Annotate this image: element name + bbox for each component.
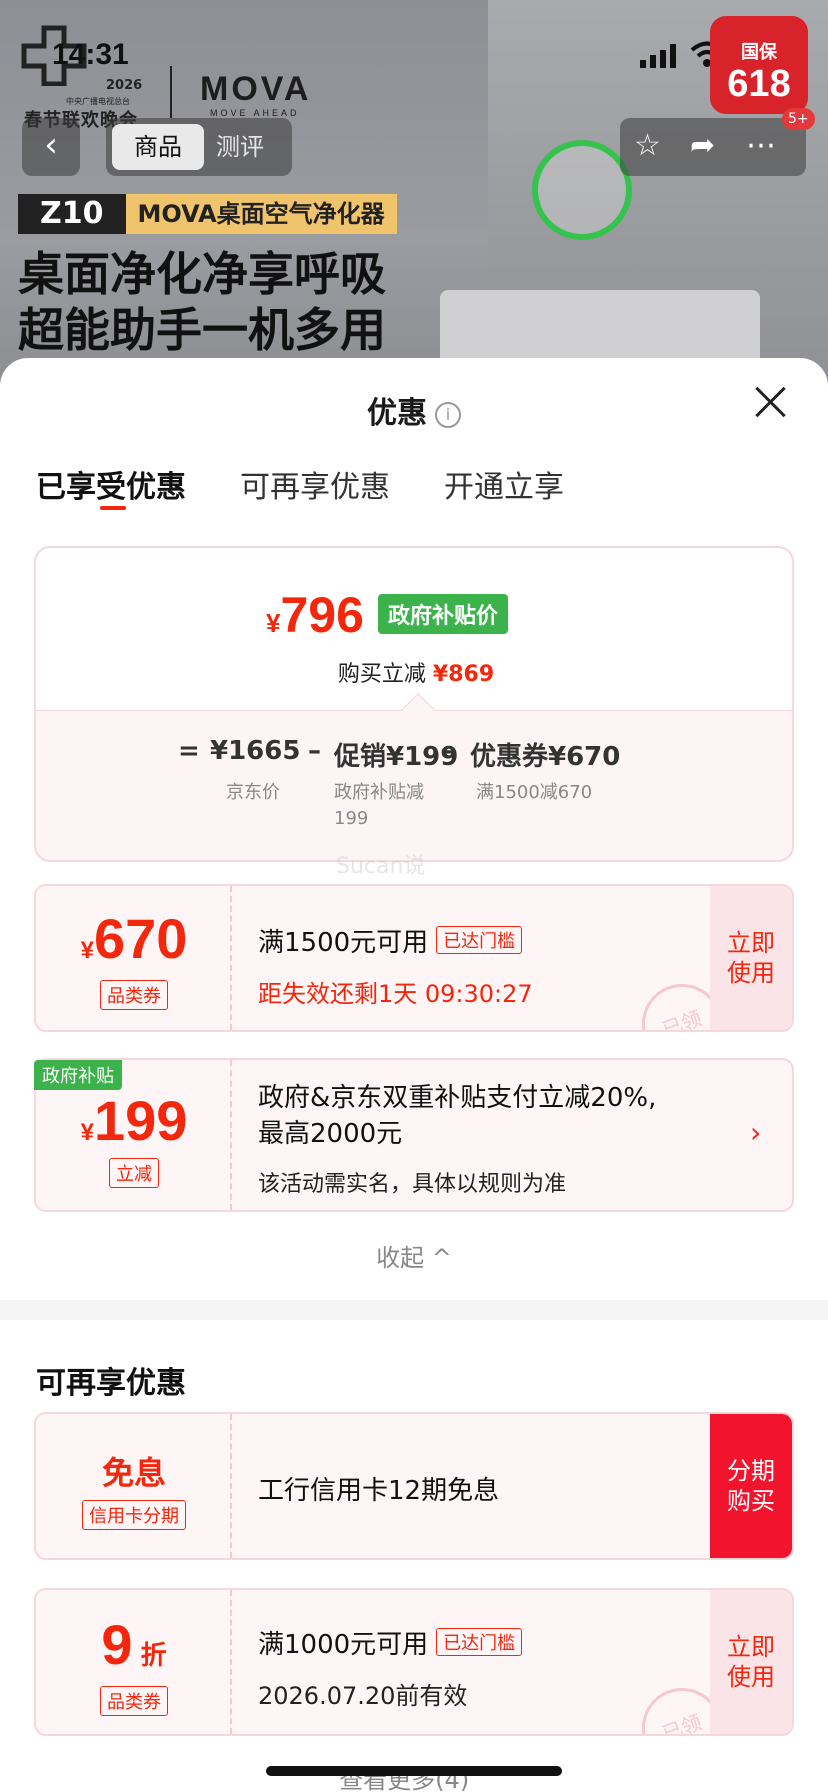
- reduce-label: 购买立减: [337, 662, 426, 687]
- status-bar: 14:31: [0, 38, 828, 74]
- installment-card: 免息 信用卡分期 工行信用卡12期免息 分期购买: [34, 1412, 794, 1560]
- coupon-rule-note: 该活动需实名，具体以规则为准: [258, 1172, 567, 1197]
- final-price: ¥796: [266, 586, 364, 644]
- tab-more-available[interactable]: 可再享优惠: [240, 462, 390, 506]
- coupon-value-number: 670: [93, 907, 188, 970]
- watermark: Sucan说: [336, 854, 426, 879]
- status-time: 14:31: [52, 38, 129, 71]
- reduce-line: 购买立减 ¥869: [36, 656, 792, 688]
- currency-symbol: ¥: [80, 1119, 94, 1146]
- threshold-reached-badge: 已达门槛: [436, 926, 523, 954]
- tab-product[interactable]: 商品: [112, 124, 204, 170]
- brand-name: MOVA: [200, 70, 312, 108]
- equals-sign: =: [178, 736, 200, 766]
- use-now-button[interactable]: 立即使用: [710, 886, 792, 1030]
- back-button[interactable]: ‹: [22, 118, 80, 176]
- badge-number: 618: [727, 63, 791, 105]
- installment-buy-button[interactable]: 分期购买: [710, 1414, 792, 1558]
- coupon-description-line-2: 最高2000元: [258, 1119, 403, 1149]
- gov-subsidy-tag: 政府补贴价: [378, 594, 509, 634]
- coupon-condition: 满1500元可用 已达门槛: [258, 922, 523, 959]
- headline-line-1: 桌面净化净享呼吸: [18, 247, 386, 301]
- jd-price-label: 京东价: [226, 782, 280, 803]
- reduce-value: ¥869: [432, 662, 495, 687]
- section-divider: [0, 1300, 828, 1320]
- product-page-background: 2026 中央广播电视总台 春节联欢晚会 MOVA MOVE AHEAD 14:…: [0, 0, 828, 400]
- star-icon[interactable]: ☆: [634, 128, 661, 164]
- price-summary: ¥796 政府补贴价 购买立减 ¥869 = ¥1665 – 促销¥199 – …: [34, 546, 794, 862]
- coupon-expiry-countdown: 距失效还剩1天 09:30:27: [258, 980, 533, 1008]
- sheet-title: 优惠 i: [0, 388, 828, 432]
- mova-logo: MOVA MOVE AHEAD: [200, 70, 312, 118]
- gala-year: 2026: [106, 78, 143, 93]
- currency-symbol: ¥: [266, 608, 281, 638]
- headline-line-2: 超能助手一机多用: [18, 303, 386, 357]
- coupon-value-number: 199: [93, 1089, 188, 1152]
- coupon-description-line-1: 政府&京东双重补贴支付立减20%,: [258, 1083, 657, 1113]
- home-indicator[interactable]: [266, 1766, 562, 1776]
- chevron-left-icon: ‹: [44, 125, 58, 165]
- coupon-condition: 满1000元可用 已达门槛: [258, 1624, 523, 1661]
- more-icon[interactable]: ⋯: [746, 128, 776, 164]
- discount-value: 9: [101, 1613, 133, 1676]
- coupon-value: 9折: [36, 1612, 232, 1677]
- page-tabs: 商品 测评: [106, 118, 292, 176]
- coupon-condition-text: 满1000元可用: [258, 1630, 429, 1660]
- tab-enjoyed[interactable]: 已享受优惠: [36, 462, 186, 510]
- discount-coupon-card: 9折 品类券 满1000元可用 已达门槛 2026.07.20前有效 已领 立即使…: [34, 1588, 794, 1736]
- coupon-description: 政府&京东双重补贴支付立减20%, 最高2000元: [258, 1080, 656, 1152]
- product-name: MOVA桌面空气净化器: [125, 194, 397, 234]
- discount-unit: 折: [140, 1640, 167, 1670]
- badge-label: 国保: [741, 42, 777, 63]
- share-icon[interactable]: ➦: [690, 128, 715, 164]
- product-headline: 桌面净化净享呼吸 超能助手一机多用: [18, 246, 386, 358]
- see-more-button[interactable]: 查看更多(4) ˅: [0, 1760, 828, 1792]
- tab-activate[interactable]: 开通立享: [444, 462, 564, 506]
- chevron-right-icon[interactable]: ›: [750, 1116, 761, 1149]
- installment-description: 工行信用卡12期免息: [258, 1476, 500, 1506]
- discount-tabs: 已享受优惠 可再享优惠 开通立享: [36, 462, 564, 510]
- model-name: Z10: [18, 194, 126, 234]
- coupon-kind: 信用卡分期: [82, 1500, 186, 1530]
- top-actions: ☆ ➦ ⋯ 5+: [620, 108, 815, 176]
- jd-price: ¥1665: [210, 736, 301, 766]
- discount-sheet: 优惠 i 已享受优惠 可再享优惠 开通立享 ¥796 政府补贴价 购买立减 ¥86…: [0, 358, 828, 1792]
- cellular-signal-icon: [640, 44, 676, 68]
- coupon-condition-text: 满1500元可用: [258, 928, 429, 958]
- cart-count-badge: 5+: [782, 108, 815, 130]
- promo-618-badge: 国保 618: [710, 16, 808, 114]
- charging-icon: [532, 140, 632, 240]
- coupon-card-199[interactable]: ¥199 立减 政府&京东双重补贴支付立减20%, 最高2000元 该活动需实名…: [34, 1058, 794, 1212]
- tab-review[interactable]: 测评: [216, 124, 286, 170]
- coupon-value: ¥670: [36, 906, 232, 971]
- gov-subsidy-corner-tag: 政府补贴: [34, 1060, 122, 1090]
- minus-sign: –: [308, 736, 321, 766]
- coupon-kind: 品类券: [100, 980, 168, 1010]
- coupon-amount: 优惠券¥670: [470, 742, 621, 772]
- product-tag: Z10 MOVA桌面空气净化器: [18, 194, 397, 234]
- coupon-value: ¥199: [36, 1088, 232, 1153]
- threshold-reached-badge: 已达门槛: [436, 1628, 523, 1656]
- section-title: 可再享优惠: [36, 1366, 186, 1401]
- coupon-validity: 2026.07.20前有效: [258, 1682, 468, 1710]
- coupon-label: 满1500减670: [476, 782, 593, 803]
- use-now-button[interactable]: 立即使用: [710, 1590, 792, 1734]
- installment-buy-label: 分期购买: [727, 1457, 775, 1515]
- use-now-label: 立即使用: [727, 929, 775, 987]
- brand-tagline: MOVE AHEAD: [210, 108, 300, 118]
- info-icon[interactable]: i: [435, 402, 461, 428]
- promo-amount: 促销¥199: [334, 742, 459, 772]
- sheet-title-text: 优惠: [367, 396, 427, 431]
- coupon-kind: 品类券: [100, 1686, 168, 1716]
- coupon-card-670: ¥670 品类券 满1500元可用 已达门槛 距失效还剩1天 09:30:27 已…: [34, 884, 794, 1032]
- interest-free-label: 免息: [101, 1455, 166, 1491]
- minus-sign: –: [442, 736, 455, 766]
- use-now-label: 立即使用: [727, 1633, 775, 1691]
- final-price-value: 796: [280, 587, 364, 643]
- promo-label: 政府补贴减199: [334, 782, 424, 829]
- currency-symbol: ¥: [80, 937, 94, 964]
- collapse-button[interactable]: 收起 ^: [0, 1238, 828, 1273]
- close-icon[interactable]: [750, 382, 790, 422]
- coupon-kind: 立减: [109, 1158, 159, 1188]
